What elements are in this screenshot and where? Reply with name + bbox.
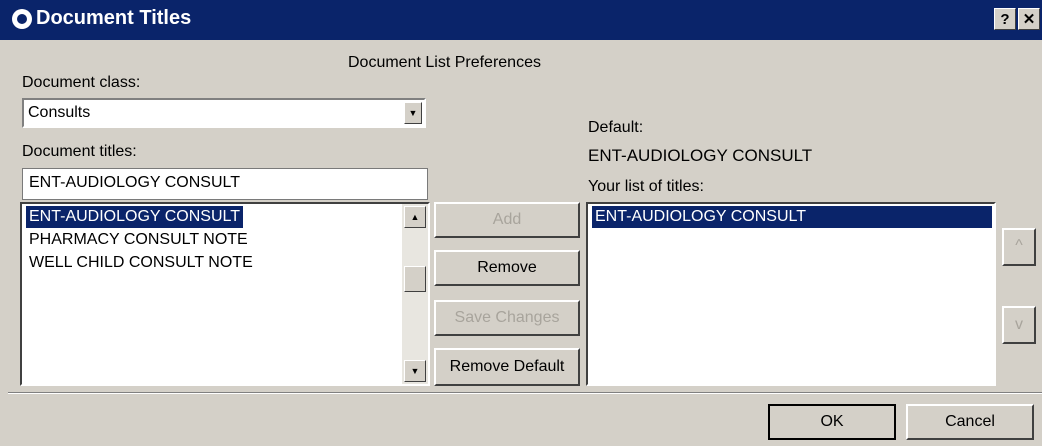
document-titles-list[interactable]: ENT-AUDIOLOGY CONSULT PHARMACY CONSULT N… <box>20 202 430 386</box>
remove-default-button[interactable]: Remove Default <box>434 348 580 386</box>
help-button[interactable]: ? <box>994 8 1016 30</box>
chevron-down-icon[interactable]: ▼ <box>404 102 422 124</box>
list-item[interactable]: WELL CHILD CONSULT NOTE <box>26 252 256 274</box>
your-list-label: Your list of titles: <box>588 178 704 195</box>
document-title-search-input[interactable]: ENT-AUDIOLOGY CONSULT <box>22 168 428 200</box>
list-item[interactable]: ENT-AUDIOLOGY CONSULT <box>26 206 243 228</box>
default-value: ENT-AUDIOLOGY CONSULT <box>588 146 813 165</box>
bottom-separator <box>8 392 1042 394</box>
dialog-heading: Document List Preferences <box>348 54 541 71</box>
title-bar: Document Titles ? ✕ <box>0 0 1042 40</box>
window-title: Document Titles <box>36 7 192 29</box>
your-titles-list[interactable]: ENT-AUDIOLOGY CONSULT <box>586 202 996 386</box>
cancel-button[interactable]: Cancel <box>906 404 1034 440</box>
add-button[interactable]: Add <box>434 202 580 238</box>
save-changes-button[interactable]: Save Changes <box>434 300 580 336</box>
scrollbar-thumb[interactable] <box>404 266 426 292</box>
default-label: Default: <box>588 119 644 136</box>
move-up-button[interactable]: ^ <box>1002 228 1036 266</box>
document-titles-label: Document titles: <box>22 143 137 160</box>
arrow-up-icon[interactable]: ▲ <box>404 206 426 228</box>
list-item[interactable]: ENT-AUDIOLOGY CONSULT <box>592 206 992 228</box>
document-class-label: Document class: <box>22 74 141 91</box>
app-logo-icon <box>12 9 32 29</box>
arrow-down-icon[interactable]: ▼ <box>404 360 426 382</box>
document-class-select[interactable]: Consults ▼ <box>22 98 426 128</box>
move-down-button[interactable]: v <box>1002 306 1036 344</box>
document-class-value: Consults <box>28 104 91 121</box>
close-button[interactable]: ✕ <box>1018 8 1040 30</box>
vertical-scrollbar[interactable]: ▲ ▼ <box>402 204 428 384</box>
remove-button[interactable]: Remove <box>434 250 580 286</box>
list-item[interactable]: PHARMACY CONSULT NOTE <box>26 229 251 251</box>
search-input-value: ENT-AUDIOLOGY CONSULT <box>29 174 240 191</box>
ok-button[interactable]: OK <box>768 404 896 440</box>
